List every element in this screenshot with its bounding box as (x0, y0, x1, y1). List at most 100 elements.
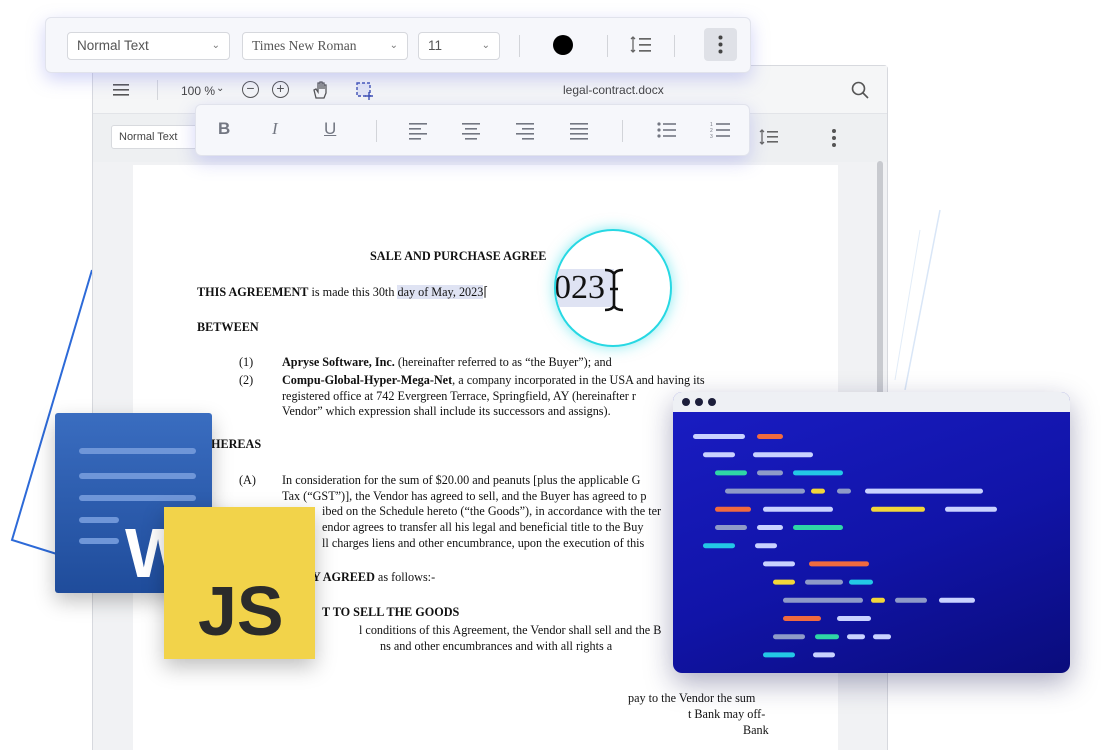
sell-line2: ns and other encumbrances and with all r… (380, 639, 613, 653)
bold-icon[interactable]: B (218, 119, 230, 139)
agreed-bold: Y AGREED (312, 570, 375, 584)
code-line-segment (755, 543, 777, 549)
recital-a-line5: ll charges liens and other encumbrance, … (322, 536, 645, 550)
italic-icon[interactable]: I (272, 119, 278, 139)
tile-line (79, 495, 196, 501)
selection-icon[interactable] (355, 81, 375, 101)
code-line-segment (865, 488, 983, 494)
more-options-icon[interactable] (831, 128, 837, 148)
font-size-select[interactable]: 11 ⌄ (418, 32, 500, 60)
code-line-segment (873, 634, 891, 640)
code-editor-window (673, 392, 1070, 673)
code-line-segment (837, 488, 851, 494)
paragraph-style-select[interactable]: Normal Text ⌄ (67, 32, 230, 60)
text-cursor-icon (604, 268, 624, 312)
party2-line2: registered office at 742 Evergreen Terra… (282, 389, 636, 403)
divider (376, 120, 377, 142)
code-line-segment (811, 488, 825, 494)
tile-line (79, 448, 196, 454)
more-options-icon (718, 35, 723, 54)
code-line-segment (945, 506, 997, 512)
code-line-segment (763, 506, 833, 512)
code-line-segment (715, 506, 751, 512)
party2-number: (2) (239, 373, 254, 387)
party2-text: Compu-Global-Hyper-Mega-Net, a company i… (282, 373, 705, 388)
code-line-segment (809, 561, 869, 567)
align-center-icon[interactable] (462, 122, 482, 140)
recital-a-line3: ibed on the Schedule hereto (“the Goods”… (322, 504, 662, 518)
align-right-icon[interactable] (516, 122, 536, 140)
code-line-segment (783, 597, 863, 603)
code-line-segment (703, 452, 735, 458)
zoom-out-icon[interactable]: − (242, 81, 259, 98)
line-spacing-icon[interactable] (759, 128, 779, 146)
recital-a-line1: In consideration for the sum of $20.00 a… (282, 473, 641, 487)
paragraph-style-value: Normal Text (77, 38, 149, 53)
search-icon[interactable] (851, 81, 869, 99)
code-line-segment (783, 616, 821, 621)
code-line-segment (939, 597, 975, 603)
code-line-segment (815, 634, 839, 640)
code-line-segment (793, 525, 843, 530)
agreed-line: Y AGREED as follows:- (312, 570, 435, 585)
party2-desc: , a company incorporated in the USA and … (452, 373, 705, 387)
code-line-segment (715, 525, 747, 530)
tile-line (79, 473, 196, 479)
party1-text: Apryse Software, Inc. (hereinafter refer… (282, 355, 612, 370)
chevron-down-icon[interactable]: ⌄ (216, 83, 224, 94)
more-options-button[interactable] (704, 28, 737, 61)
menu-icon[interactable] (113, 83, 129, 97)
divider (622, 120, 623, 142)
magnifier-lens: 023 (554, 229, 672, 347)
zoom-level[interactable]: 100 % (181, 84, 215, 98)
font-family-value: Times New Roman (252, 38, 357, 53)
divider (157, 80, 158, 100)
party1-name: Apryse Software, Inc. (282, 355, 395, 369)
font-family-select[interactable]: Times New Roman ⌄ (242, 32, 408, 60)
sell-line4: t Bank may off- (688, 707, 766, 721)
code-line-segment (847, 634, 865, 640)
divider (519, 35, 520, 57)
document-title: SALE AND PURCHASE AGREE (370, 249, 547, 263)
section-between: BETWEEN (197, 320, 259, 334)
pan-hand-icon[interactable] (311, 80, 329, 100)
chevron-down-icon: ⌄ (389, 40, 398, 51)
recital-a-number: (A) (239, 473, 256, 487)
text-color-swatch[interactable] (553, 35, 573, 55)
line-spacing-icon[interactable] (630, 35, 652, 55)
party1-desc: (hereinafter referred to as “the Buyer”)… (394, 355, 612, 369)
code-line-segment (871, 597, 885, 603)
code-line-segment (849, 579, 873, 585)
underline-icon[interactable]: U (324, 119, 336, 139)
divider (674, 35, 675, 57)
align-justify-icon[interactable] (570, 122, 590, 140)
chevron-down-icon: ⌄ (481, 40, 490, 51)
text-cursor-icon: ⌈ (483, 285, 489, 300)
code-line-segment (753, 452, 813, 458)
javascript-icon: JS (164, 507, 315, 659)
zoom-in-icon[interactable]: + (272, 81, 289, 98)
zoomed-text: 023 (554, 269, 605, 306)
code-line-segment (725, 488, 805, 494)
align-left-icon[interactable] (409, 122, 429, 140)
selected-date-text: day of May, 2023 (397, 285, 484, 299)
agreed-text: as follows:- (374, 570, 436, 584)
svg-text:3: 3 (710, 134, 713, 139)
document-filename: legal-contract.docx (563, 83, 664, 97)
floating-font-toolbar: Normal Text ⌄ Times New Roman ⌄ 11 ⌄ (45, 17, 751, 73)
party2-name: Compu-Global-Hyper-Mega-Net (282, 373, 453, 387)
code-line-segment (763, 652, 795, 658)
numbered-list-icon[interactable]: 1 2 3 (710, 121, 732, 139)
js-letters: JS (198, 572, 284, 650)
floating-format-toolbar: B I U 1 2 3 (195, 104, 750, 156)
party2-line3: Vendor” which expression shall include i… (282, 404, 611, 418)
code-line-segment (757, 470, 783, 476)
sell-line5: Bank (743, 723, 769, 737)
code-line-segment (871, 506, 925, 512)
code-line-segment (805, 579, 843, 585)
code-line-segment (763, 561, 795, 567)
chevron-down-icon: ⌄ (211, 40, 220, 51)
agreement-text: is made this 30th (308, 285, 398, 299)
bullet-list-icon[interactable] (657, 122, 677, 138)
recital-a-line4: endor agrees to transfer all his legal a… (322, 520, 644, 534)
